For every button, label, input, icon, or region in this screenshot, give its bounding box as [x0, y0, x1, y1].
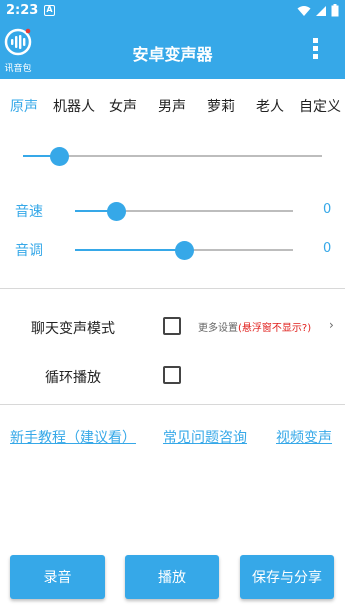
speed-slider[interactable] [75, 201, 293, 221]
loop-play-checkbox[interactable] [163, 366, 181, 384]
tab-robot[interactable]: 机器人 [53, 96, 95, 116]
more-settings-link[interactable]: 更多设置(悬浮窗不显示?) [198, 319, 311, 334]
tab-female[interactable]: 女声 [109, 96, 137, 116]
video-voice-link[interactable]: 视频变声 [276, 427, 332, 447]
tab-custom[interactable]: 自定义 [299, 96, 341, 116]
battery-icon [331, 4, 339, 17]
status-icons [297, 4, 339, 17]
pitch-slider[interactable] [75, 240, 293, 260]
faq-link[interactable]: 常见问题咨询 [163, 427, 247, 447]
floating-window-warning: (悬浮窗不显示?) [238, 323, 312, 334]
tutorial-link[interactable]: 新手教程（建议看） [10, 427, 136, 447]
divider [0, 288, 345, 289]
chat-mode-label: 聊天变声模式 [31, 321, 115, 337]
signal-icon [316, 5, 326, 16]
tab-male[interactable]: 男声 [158, 96, 186, 116]
speed-label: 音速 [15, 204, 43, 220]
record-button[interactable]: 录音 [10, 555, 105, 599]
slider-thumb[interactable] [49, 147, 69, 166]
tab-elder[interactable]: 老人 [256, 96, 284, 116]
play-button[interactable]: 播放 [125, 555, 219, 599]
tab-loli[interactable]: 萝莉 [207, 96, 235, 116]
more-settings-text: 更多设置 [198, 323, 238, 334]
notification-icon: A [44, 5, 55, 16]
speed-value: 0 [323, 202, 332, 217]
save-share-button[interactable]: 保存与分享 [240, 555, 334, 599]
pitch-label: 音调 [15, 243, 43, 259]
pitch-value: 0 [323, 241, 332, 256]
divider [0, 404, 345, 405]
status-bar: 2:23 A [0, 0, 345, 24]
tab-original[interactable]: 原声 [10, 96, 38, 116]
page-title: 安卓变声器 [132, 45, 213, 64]
more-options-icon[interactable] [313, 38, 319, 62]
chat-mode-checkbox[interactable] [163, 317, 181, 335]
app-bar: 讯音包 安卓变声器 [0, 24, 345, 79]
status-time: 2:23 [6, 3, 39, 18]
loop-play-label: 循环播放 [45, 370, 101, 386]
voice-tabs: 原声 机器人 女声 男声 萝莉 老人 自定义 [0, 96, 345, 116]
pitch-slider-thumb[interactable] [175, 241, 194, 260]
speed-slider-thumb[interactable] [107, 202, 127, 221]
main-effect-slider[interactable] [23, 146, 322, 166]
wifi-icon [297, 5, 311, 16]
chevron-right-icon[interactable]: › [329, 318, 334, 332]
